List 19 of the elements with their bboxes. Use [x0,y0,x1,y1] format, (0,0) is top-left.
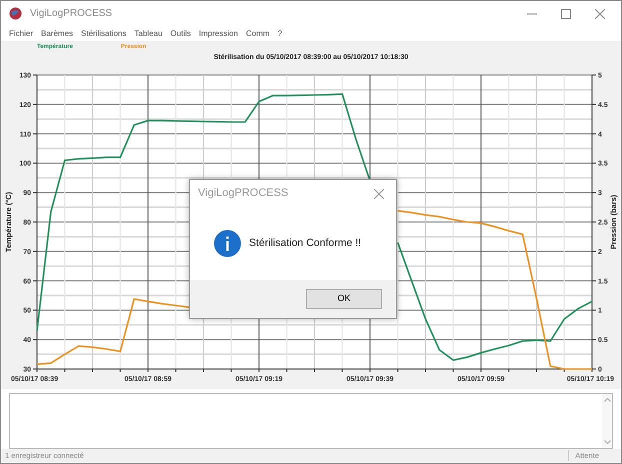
menu-item[interactable]: Outils [170,28,191,40]
menu-item[interactable]: Barèmes [41,28,74,40]
ok-button[interactable]: OK [306,289,382,309]
menu-item[interactable]: Impression [198,28,238,40]
menu-item[interactable]: Comm [246,28,270,40]
menu-item[interactable]: Tableau [134,28,162,40]
close-icon[interactable] [374,188,384,198]
app-logo-icon [9,7,22,20]
scroll-down-icon[interactable] [604,440,610,444]
dialog-message: Stérilisation Conforme !! [249,236,362,251]
info-icon [214,230,241,257]
maximize-icon[interactable] [561,8,571,19]
scroll-up-icon[interactable] [604,398,610,402]
dialog-title: VigiLogPROCESS [198,186,288,202]
window-title: VigiLogPROCESS [30,7,112,22]
menu-item[interactable]: ? [278,28,282,40]
menu-item[interactable]: Stérilisations [81,28,126,40]
menu-item[interactable]: Fichier [9,28,34,40]
close-icon[interactable] [595,8,605,19]
